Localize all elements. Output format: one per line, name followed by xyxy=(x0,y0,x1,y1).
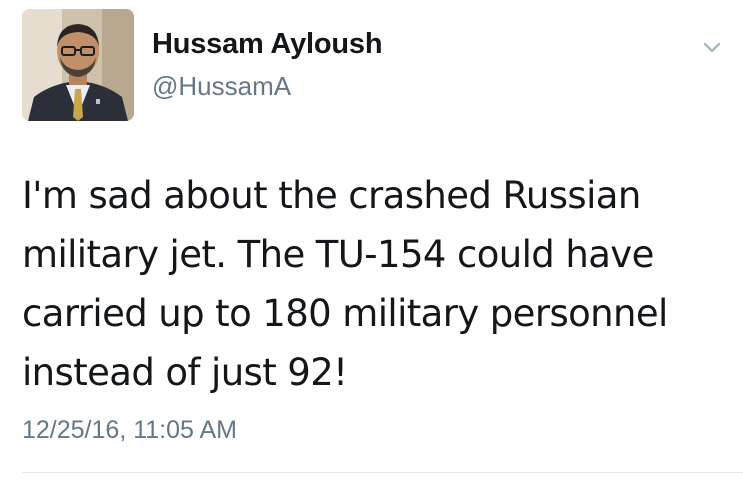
tweet-text: I'm sad about the crashed Russian milita… xyxy=(22,166,722,402)
author-handle[interactable]: @HussamA xyxy=(152,71,291,102)
tweet-text-line: instead of just 92! xyxy=(22,351,348,394)
chevron-down-icon[interactable] xyxy=(697,34,727,60)
tweet-text-line: military jet. The TU-154 could have xyxy=(22,233,654,276)
divider xyxy=(22,472,743,473)
tweet-text-line: carried up to 180 military personnel xyxy=(22,292,668,335)
author-display-name[interactable]: Hussam Ayloush xyxy=(152,28,383,61)
profile-photo-icon xyxy=(22,9,134,121)
avatar[interactable] xyxy=(22,9,134,121)
tweet-text-line: I'm sad about the crashed Russian xyxy=(22,174,641,217)
tweet-timestamp[interactable]: 12/25/16, 11:05 AM xyxy=(22,416,237,445)
